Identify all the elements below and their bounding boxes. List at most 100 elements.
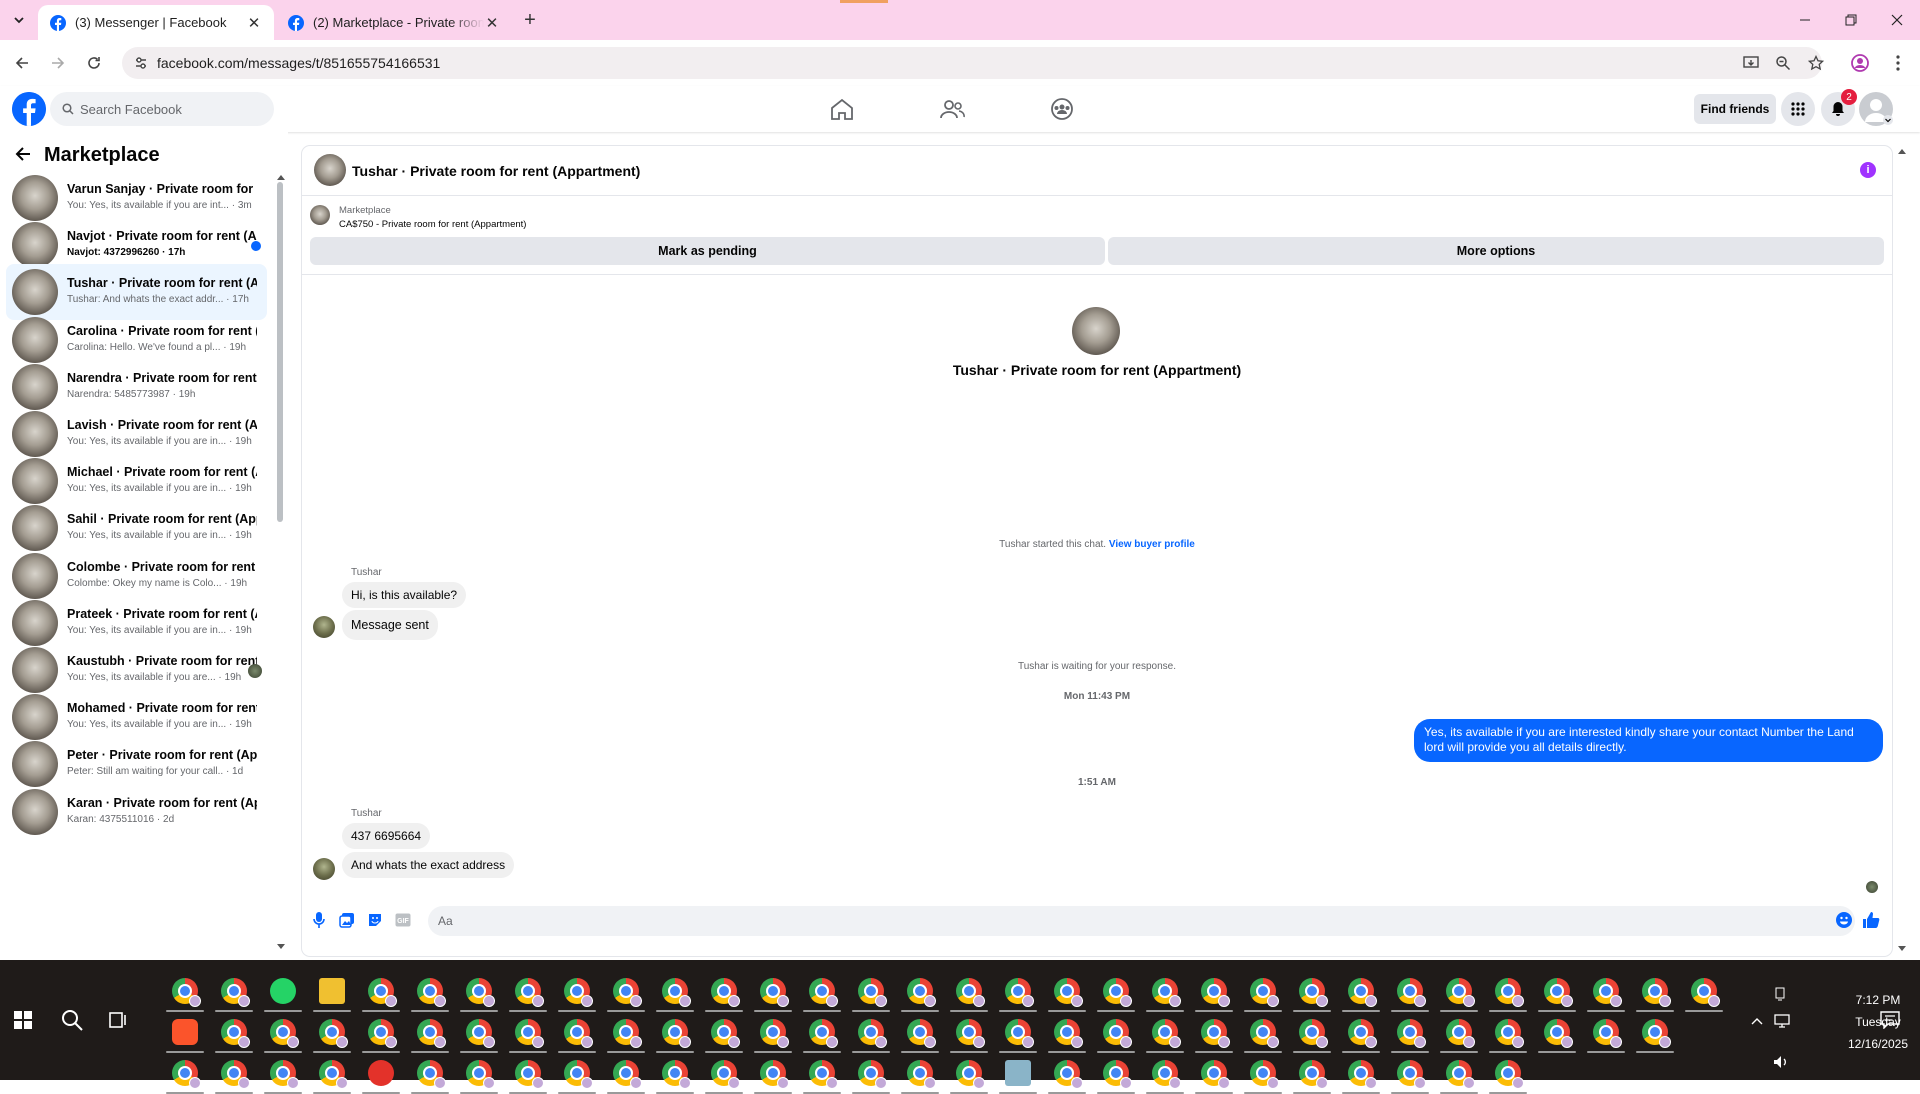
facebook-search-input[interactable]: Search Facebook: [50, 92, 274, 126]
chrome-profile-icon[interactable]: [1495, 1060, 1524, 1089]
chrome-profile-icon[interactable]: [564, 978, 593, 1007]
avatar[interactable]: [1072, 307, 1120, 355]
avatar[interactable]: [12, 647, 58, 693]
file-explorer-icon[interactable]: [319, 978, 345, 1004]
chrome-profile-icon[interactable]: [466, 1019, 495, 1048]
avatar[interactable]: [314, 154, 346, 186]
address-bar[interactable]: facebook.com/messages/t/851655754166531: [122, 47, 1824, 79]
chat-title[interactable]: Tushar · Private room for rent (Appartme…: [352, 163, 640, 179]
chrome-profile-icon[interactable]: [564, 1060, 593, 1089]
chrome-profile-icon[interactable]: [1152, 1019, 1181, 1048]
chrome-profile-icon[interactable]: [221, 978, 250, 1007]
chrome-profile-icon[interactable]: [662, 1019, 691, 1048]
avatar[interactable]: [12, 269, 58, 316]
avatar[interactable]: [12, 599, 58, 646]
thumbs-up-icon[interactable]: [1862, 911, 1880, 929]
chrome-profile-icon[interactable]: [711, 1060, 740, 1089]
chrome-profile-icon[interactable]: [1544, 978, 1573, 1007]
chrome-profile-icon[interactable]: [1005, 978, 1034, 1007]
chrome-profile-icon[interactable]: [1103, 1060, 1132, 1089]
view-buyer-profile-link[interactable]: View buyer profile: [1109, 539, 1195, 550]
outgoing-message-bubble[interactable]: Yes, its available if you are interested…: [1414, 719, 1883, 762]
chrome-profile-icon[interactable]: [417, 978, 446, 1007]
emoji-icon[interactable]: [1835, 911, 1853, 929]
chrome-profile-icon[interactable]: [1201, 978, 1230, 1007]
avatar[interactable]: [12, 741, 58, 788]
back-arrow-icon[interactable]: [14, 145, 32, 163]
scroll-up-icon[interactable]: [1898, 148, 1906, 154]
chrome-profile-icon[interactable]: [1201, 1060, 1230, 1089]
chrome-profile-icon[interactable]: [1593, 978, 1622, 1007]
chrome-profile-icon[interactable]: [1495, 978, 1524, 1007]
chrome-profile-icon[interactable]: [760, 978, 789, 1007]
chevron-up-icon[interactable]: [1751, 1017, 1763, 1025]
chrome-profile-icon[interactable]: [1103, 978, 1132, 1007]
chrome-profile-icon[interactable]: [1446, 978, 1475, 1007]
network-icon[interactable]: [1774, 1014, 1790, 1028]
message-input[interactable]: Aa: [428, 906, 1855, 936]
groups-icon[interactable]: [1049, 98, 1075, 120]
chrome-profile-icon[interactable]: [515, 978, 544, 1007]
listing-title[interactable]: CA$750 - Private room for rent (Appartme…: [339, 219, 526, 230]
chrome-profile-icon[interactable]: [1250, 1060, 1279, 1089]
minimize-icon[interactable]: [1790, 8, 1820, 32]
chrome-profile-icon[interactable]: [1495, 1019, 1524, 1048]
facebook-logo-icon[interactable]: [12, 92, 46, 126]
media-player-icon[interactable]: [368, 1060, 394, 1086]
chrome-profile-icon[interactable]: [809, 1019, 838, 1048]
chrome-profile-icon[interactable]: [809, 978, 838, 1007]
chrome-profile-icon[interactable]: [1397, 1060, 1426, 1089]
avatar[interactable]: [12, 363, 58, 410]
chrome-profile-icon[interactable]: [1152, 978, 1181, 1007]
profile-icon[interactable]: [1850, 53, 1870, 73]
conversation-item[interactable]: Karan · Private room for rent (Appa... Ka…: [6, 784, 267, 840]
chrome-profile-icon[interactable]: [907, 1019, 936, 1048]
chrome-profile-icon[interactable]: [466, 978, 495, 1007]
chrome-profile-icon[interactable]: [368, 978, 397, 1007]
avatar[interactable]: [12, 411, 58, 457]
avatar[interactable]: [313, 616, 335, 638]
chrome-profile-icon[interactable]: [1152, 1060, 1181, 1089]
tray-device-icon[interactable]: [1773, 987, 1787, 1001]
chrome-profile-icon[interactable]: [1201, 1019, 1230, 1048]
message-bubble[interactable]: 437 6695664: [342, 823, 431, 849]
system-clock[interactable]: 7:12 PM Tuesday 12/16/2025: [1838, 989, 1918, 1055]
chrome-profile-icon[interactable]: [221, 1019, 250, 1048]
microphone-icon[interactable]: [310, 911, 328, 929]
listing-thumbnail[interactable]: [310, 205, 330, 225]
chrome-profile-icon[interactable]: [956, 978, 985, 1007]
close-tab-icon[interactable]: ✕: [246, 15, 262, 32]
brave-browser-icon[interactable]: [172, 1019, 198, 1045]
avatar[interactable]: [12, 788, 58, 835]
browser-tab-marketplace[interactable]: (2) Marketplace - Private room ✕: [276, 5, 512, 40]
photo-icon[interactable]: [338, 911, 356, 929]
chrome-profile-icon[interactable]: [417, 1060, 446, 1089]
close-window-icon[interactable]: [1882, 8, 1912, 32]
account-chevron-down-icon[interactable]: [1883, 115, 1893, 125]
whatsapp-icon[interactable]: [270, 978, 296, 1004]
volume-icon[interactable]: [1773, 1055, 1789, 1069]
avatar[interactable]: [313, 858, 335, 880]
avatar[interactable]: [12, 552, 58, 599]
new-tab-icon[interactable]: +: [520, 10, 540, 30]
gif-icon[interactable]: GIF: [394, 911, 412, 929]
avatar[interactable]: [12, 458, 58, 505]
chrome-profile-icon[interactable]: [858, 978, 887, 1007]
chrome-profile-icon[interactable]: [711, 978, 740, 1007]
scroll-down-icon[interactable]: [277, 944, 285, 950]
chrome-profile-icon[interactable]: [613, 1019, 642, 1048]
chrome-profile-icon[interactable]: [1642, 978, 1671, 1007]
chrome-profile-icon[interactable]: [1054, 1019, 1083, 1048]
chrome-profile-icon[interactable]: [564, 1019, 593, 1048]
chrome-profile-icon[interactable]: [1299, 978, 1328, 1007]
chrome-profile-icon[interactable]: [1054, 1060, 1083, 1089]
sticker-icon[interactable]: [366, 911, 384, 929]
message-bubble[interactable]: Message sent: [342, 610, 438, 640]
chrome-profile-icon[interactable]: [319, 1060, 348, 1089]
avatar[interactable]: [12, 694, 58, 741]
chrome-profile-icon[interactable]: [662, 978, 691, 1007]
chrome-profile-icon[interactable]: [172, 1060, 201, 1089]
notes-app-icon[interactable]: [1005, 1060, 1031, 1086]
chrome-profile-icon[interactable]: [368, 1019, 397, 1048]
close-tab-icon[interactable]: ✕: [484, 15, 500, 32]
